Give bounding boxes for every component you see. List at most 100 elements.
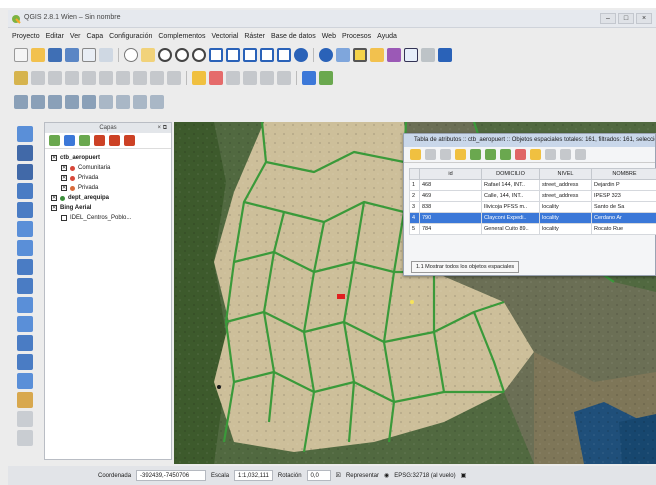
close-button[interactable]: × (636, 13, 652, 24)
menu-item[interactable]: Complementos (158, 33, 205, 40)
zoom-next-icon[interactable] (277, 48, 291, 62)
menu-item[interactable]: Ráster (244, 33, 265, 40)
pan-icon[interactable] (124, 48, 138, 62)
deselect-icon[interactable] (370, 48, 384, 62)
table-cell[interactable]: Calle, 144, INT.. (481, 190, 540, 202)
show-labels-icon[interactable] (226, 71, 240, 85)
menu-item[interactable]: Base de datos (271, 33, 316, 40)
table-row[interactable]: 3 838 Ilivicoja PFSS m.. locality Santo de S… (409, 201, 656, 213)
refresh-icon[interactable] (294, 48, 308, 62)
add-part-icon[interactable] (17, 164, 33, 180)
add-ring-icon[interactable] (17, 145, 33, 161)
save-project-icon[interactable] (48, 48, 62, 62)
column-header[interactable]: DOMICILIO (481, 168, 540, 180)
plugins-icon[interactable] (319, 71, 333, 85)
table-cell[interactable]: locality (539, 201, 592, 213)
python-console-icon[interactable] (302, 71, 316, 85)
layer-tree-item[interactable]: ✕ Privada (47, 173, 169, 183)
table-cell[interactable]: Dejardin P (591, 179, 656, 191)
table-cell[interactable]: locality (539, 212, 592, 224)
save-as-icon[interactable] (65, 48, 79, 62)
new-project-icon[interactable] (14, 48, 28, 62)
show-all-features-button[interactable]: 1.1 Mostrar todos los objetos espaciales (411, 261, 520, 273)
maximize-button[interactable]: □ (618, 13, 634, 24)
table-cell[interactable]: 784 (419, 223, 482, 235)
select-all-icon[interactable] (470, 149, 481, 160)
rotate-symbols-icon[interactable] (17, 335, 33, 351)
delete-ring-icon[interactable] (17, 183, 33, 199)
move-feature-icon[interactable] (82, 71, 96, 85)
new-layer-icon[interactable] (150, 95, 164, 109)
scale-field[interactable]: 1:1,032,111 (234, 470, 273, 481)
table-cell[interactable]: street_address (539, 190, 592, 202)
menu-item[interactable]: Procesos (342, 33, 371, 40)
copy-features-icon[interactable] (150, 71, 164, 85)
rotate-label-icon[interactable] (260, 71, 274, 85)
pan-to-selection-icon[interactable] (141, 48, 155, 62)
coordinate-field[interactable]: -392439,-7450706 (136, 470, 207, 481)
pin-labels-icon[interactable] (209, 71, 223, 85)
table-cell[interactable]: 469 (419, 190, 482, 202)
merge-features-icon[interactable] (17, 297, 33, 313)
column-header[interactable] (409, 168, 420, 180)
table-cell[interactable]: Cerdano Ar (591, 212, 656, 224)
fill-ring-icon[interactable] (17, 392, 33, 408)
vertex-editor-icon[interactable] (17, 126, 33, 142)
add-postgis-icon[interactable] (48, 95, 62, 109)
layer-visibility-checkbox[interactable]: ✕ (51, 155, 57, 161)
column-header[interactable]: id (419, 168, 482, 180)
zoom-layer-icon[interactable] (226, 48, 240, 62)
add-raster-icon[interactable] (31, 95, 45, 109)
offset-curve-icon[interactable] (17, 240, 33, 256)
split-features-icon[interactable] (17, 259, 33, 275)
add-circular-icon[interactable] (17, 373, 33, 389)
layer-visibility-checkbox[interactable]: ✕ (61, 175, 67, 181)
split-parts-icon[interactable] (17, 278, 33, 294)
zoom-full-icon[interactable] (209, 48, 223, 62)
node-tool-icon[interactable] (99, 71, 113, 85)
table-row[interactable]: 2 469 Calle, 144, INT.. street_address IPESP… (409, 190, 656, 202)
zoom-actual-icon[interactable] (192, 48, 206, 62)
column-header[interactable]: NOMBRE (591, 168, 656, 180)
layer-tree-item[interactable]: ✕ Bing Aerial (47, 203, 169, 213)
layer-visibility-checkbox[interactable] (61, 215, 67, 221)
table-cell[interactable]: Santo de Sa (591, 201, 656, 213)
selected-feature-marker[interactable] (337, 294, 345, 299)
add-spatialite-icon[interactable] (65, 95, 79, 109)
menu-item[interactable]: Proyecto (12, 33, 40, 40)
select-features-icon[interactable] (353, 48, 367, 62)
menu-item[interactable]: Vectorial (211, 33, 238, 40)
layer-tree-item[interactable]: ✕ ctb_aeropuert (47, 153, 169, 163)
zoom-to-selected-icon[interactable] (545, 149, 556, 160)
table-cell[interactable]: Ilivicoja PFSS m.. (481, 201, 540, 213)
expand-all-icon[interactable] (94, 135, 105, 146)
toggle-editing-icon[interactable] (31, 71, 45, 85)
simplify-icon[interactable] (17, 354, 33, 370)
messages-icon[interactable]: ▣ (461, 472, 467, 479)
layer-visibility-checkbox[interactable]: ✕ (51, 205, 57, 211)
render-checkbox[interactable]: ☒ (336, 472, 341, 479)
layer-tree-item[interactable]: ✕ Privada (47, 183, 169, 193)
add-delimited-icon[interactable] (133, 95, 147, 109)
panel-close-icon[interactable]: × ⧉ (158, 123, 167, 133)
table-cell[interactable]: 838 (419, 201, 482, 213)
move-label-icon[interactable] (243, 71, 257, 85)
invert-selection-icon[interactable] (485, 149, 496, 160)
zoom-in-icon[interactable] (158, 48, 172, 62)
add-wms-icon[interactable] (82, 95, 96, 109)
table-cell[interactable]: 468 (419, 179, 482, 191)
layer-tree-item[interactable]: IDEL_Centros_Poblo... (47, 213, 169, 223)
row-number[interactable]: 2 (409, 190, 420, 202)
table-cell[interactable]: street_address (539, 179, 592, 191)
minimize-button[interactable]: – (600, 13, 616, 24)
menu-item[interactable]: Ver (70, 33, 81, 40)
field-calc-icon[interactable] (575, 149, 586, 160)
table-cell[interactable]: General Cuito 89.. (481, 223, 540, 235)
point-feature[interactable] (410, 300, 414, 304)
deselect-all-icon[interactable] (500, 149, 511, 160)
composer-manager-icon[interactable] (99, 48, 113, 62)
table-cell[interactable]: Rafael 144, INT.. (481, 179, 540, 191)
menu-item[interactable]: Configuración (109, 33, 152, 40)
change-label-icon[interactable] (277, 71, 291, 85)
row-number[interactable]: 1 (409, 179, 420, 191)
